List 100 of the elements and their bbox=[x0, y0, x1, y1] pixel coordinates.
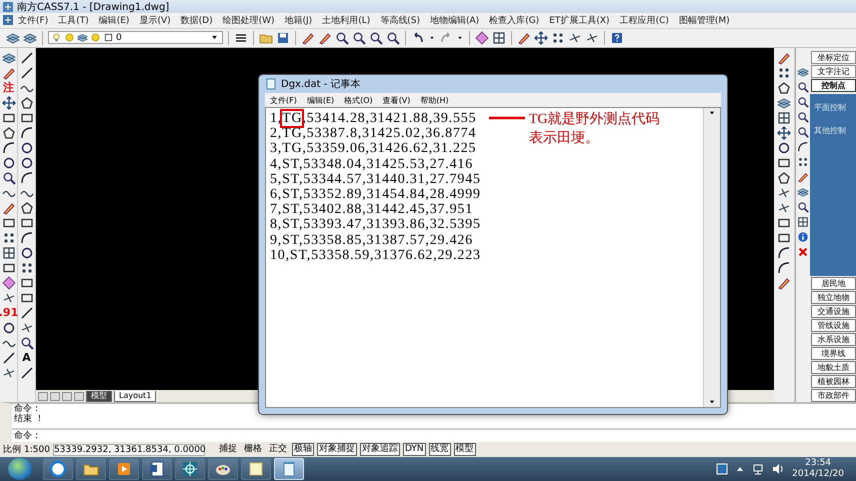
line-icon[interactable] bbox=[20, 366, 34, 380]
circle-icon[interactable] bbox=[2, 320, 16, 335]
arc-icon[interactable] bbox=[20, 230, 34, 245]
menu-item[interactable]: 地籍(J) bbox=[280, 14, 318, 27]
group-button[interactable]: 地貌土质 bbox=[811, 361, 856, 374]
menu-item[interactable]: 绘图处理(W) bbox=[218, 14, 280, 27]
taskbar-button[interactable] bbox=[142, 458, 172, 480]
move-arrows-icon[interactable] bbox=[777, 126, 791, 140]
circle-icon[interactable] bbox=[2, 156, 16, 170]
arc-icon[interactable] bbox=[777, 246, 791, 260]
status-toggle[interactable]: 模型 bbox=[454, 443, 476, 456]
menu-item[interactable]: 图幅管理(M) bbox=[674, 14, 735, 27]
menu-item[interactable]: 编辑(E) bbox=[302, 94, 340, 106]
layers-icon[interactable] bbox=[777, 96, 791, 110]
speaker-icon[interactable] bbox=[772, 463, 784, 476]
move-arrows-icon[interactable] bbox=[534, 30, 548, 45]
group-button[interactable]: 境界线 bbox=[811, 347, 856, 360]
circle-icon[interactable] bbox=[20, 156, 34, 170]
group-button[interactable]: 交通设施 bbox=[811, 305, 856, 318]
group-button[interactable]: 水系设施 bbox=[811, 333, 856, 346]
menu-item[interactable]: 工具(T) bbox=[53, 14, 94, 27]
tool-glyph[interactable]: 注 bbox=[3, 80, 14, 95]
menu-item[interactable]: 帮助(H) bbox=[415, 94, 454, 106]
menu-item[interactable]: 土地利用(L) bbox=[317, 14, 376, 27]
tray-app-icon[interactable] bbox=[716, 463, 728, 476]
list-item[interactable]: 平面控制 bbox=[814, 102, 856, 113]
category-button[interactable]: 坐标定位 bbox=[811, 50, 856, 64]
tool-glyph[interactable]: A bbox=[22, 350, 31, 365]
app-menu-icon[interactable] bbox=[3, 15, 13, 26]
taskbar-button[interactable] bbox=[76, 458, 106, 480]
magnifier-icon[interactable] bbox=[20, 336, 34, 350]
taskbar-button[interactable] bbox=[175, 458, 205, 480]
line-icon[interactable] bbox=[20, 50, 34, 65]
grid-icon[interactable] bbox=[777, 110, 791, 125]
status-toggle[interactable]: 线宽 bbox=[428, 443, 451, 456]
dots-icon[interactable] bbox=[797, 156, 809, 168]
layer-dropdown[interactable]: 0 bbox=[48, 31, 223, 44]
arc-icon[interactable] bbox=[777, 260, 791, 275]
layers-icon[interactable] bbox=[797, 66, 809, 78]
arc-icon[interactable] bbox=[20, 170, 34, 185]
info-icon[interactable] bbox=[797, 230, 809, 243]
menu-item[interactable]: 等高线(S) bbox=[375, 14, 425, 27]
layout-tab[interactable]: Layout1 bbox=[114, 390, 156, 402]
polygon-icon[interactable] bbox=[2, 126, 16, 140]
layers-icon[interactable] bbox=[2, 50, 16, 65]
pencil-icon[interactable] bbox=[777, 276, 791, 290]
taskbar-button[interactable] bbox=[241, 458, 271, 480]
diamond-icon[interactable] bbox=[2, 276, 16, 290]
magnifier-icon[interactable] bbox=[797, 110, 809, 123]
layers-icon[interactable] bbox=[797, 186, 809, 198]
menu-item[interactable]: 文件(F) bbox=[265, 94, 302, 106]
grid-icon[interactable] bbox=[2, 246, 16, 260]
magnifier-icon[interactable] bbox=[797, 80, 809, 93]
line-icon[interactable] bbox=[20, 306, 34, 320]
line-icon[interactable] bbox=[2, 350, 16, 365]
dots-icon[interactable] bbox=[20, 260, 34, 275]
delete-icon[interactable] bbox=[797, 246, 809, 258]
status-toggle[interactable]: 捕捉 bbox=[216, 443, 239, 456]
menu-item[interactable]: 工程应用(C) bbox=[614, 14, 674, 27]
group-button[interactable]: 居民地 bbox=[811, 277, 856, 290]
up-arrow-icon[interactable] bbox=[736, 465, 744, 474]
pencil-icon[interactable] bbox=[2, 200, 16, 215]
status-toggle[interactable]: 正交 bbox=[266, 443, 289, 456]
dots-icon[interactable] bbox=[2, 230, 16, 245]
menu-item[interactable]: 显示(V) bbox=[134, 14, 176, 27]
menu-item[interactable]: 格式(O) bbox=[339, 94, 378, 106]
menu-item[interactable]: 编辑(E) bbox=[94, 14, 134, 27]
category-button[interactable]: 文字注记 bbox=[811, 64, 856, 78]
group-button[interactable]: 市政部件 bbox=[811, 389, 856, 402]
pencil-icon[interactable] bbox=[777, 50, 791, 65]
tool-glyph[interactable]: .91 bbox=[0, 306, 18, 320]
polygon-icon[interactable] bbox=[20, 96, 34, 110]
status-toggle[interactable]: 极轴 bbox=[292, 443, 314, 456]
taskbar-button[interactable] bbox=[43, 458, 73, 480]
menu-item[interactable]: 数据(D) bbox=[176, 14, 218, 27]
scrollbar[interactable] bbox=[703, 108, 720, 407]
circle-icon[interactable] bbox=[20, 246, 34, 260]
menu-item[interactable]: 文件(F) bbox=[13, 14, 54, 27]
layers-icon[interactable] bbox=[23, 30, 37, 45]
polygon-icon[interactable] bbox=[777, 170, 791, 185]
magnifier-icon[interactable] bbox=[335, 30, 349, 45]
grid-icon[interactable] bbox=[492, 30, 506, 45]
clock[interactable]: 23:54 2014/12/20 bbox=[792, 458, 844, 480]
menu-item[interactable]: 检查入库(G) bbox=[484, 14, 544, 27]
magnifier-icon[interactable] bbox=[2, 170, 16, 185]
magnifier-icon[interactable] bbox=[369, 30, 383, 45]
group-button[interactable]: 植被园林 bbox=[811, 375, 856, 388]
magnifier-icon[interactable] bbox=[386, 30, 400, 45]
group-button[interactable]: 管线设施 bbox=[811, 319, 856, 332]
move-arrows-icon[interactable] bbox=[2, 96, 16, 110]
layers-icon[interactable] bbox=[6, 30, 20, 45]
magnifier-icon[interactable] bbox=[797, 126, 809, 138]
magnifier-icon[interactable] bbox=[797, 96, 809, 108]
command-prompt[interactable]: 命令： bbox=[12, 430, 856, 442]
arc-icon[interactable] bbox=[2, 140, 16, 155]
network-icon[interactable] bbox=[752, 463, 764, 476]
status-toggle[interactable]: 对象捕捉 bbox=[316, 443, 357, 456]
circle-icon[interactable] bbox=[20, 140, 34, 155]
arc-icon[interactable] bbox=[20, 126, 34, 140]
polygon-icon[interactable] bbox=[20, 200, 34, 215]
